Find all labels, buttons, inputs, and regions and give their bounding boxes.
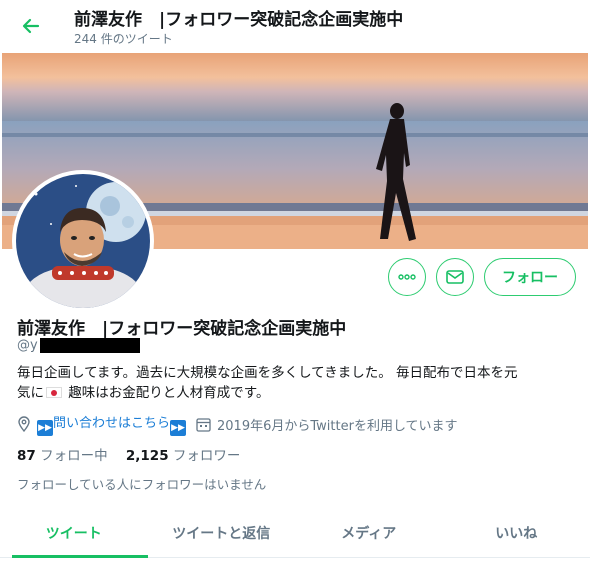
profile-name: 前澤友作 |フォロワー突破記念企画実施中: [17, 319, 347, 339]
tab-likes[interactable]: いいね: [443, 508, 590, 557]
page-title: 前澤友作 |フォロワー突破記念企画実施中: [74, 10, 404, 30]
followers-count: 2,125: [125, 448, 169, 464]
bio-pre-flag: 気に: [17, 385, 44, 401]
avatar-image: [16, 174, 150, 308]
handle-prefix: @y: [17, 338, 38, 353]
more-options-button[interactable]: [388, 258, 426, 296]
more-horizontal-icon: [398, 274, 416, 280]
tab-tweets-and-replies[interactable]: ツイートと返信: [148, 508, 296, 557]
top-bar: 前澤友作 |フォロワー突破記念企画実施中 244 件のツイート: [0, 0, 590, 52]
envelope-icon: [446, 270, 464, 284]
message-button[interactable]: [436, 258, 474, 296]
fast-forward-icon: ▶▶: [170, 420, 187, 436]
handle-redaction: [39, 338, 140, 353]
follow-button[interactable]: フォロー: [484, 258, 576, 296]
back-button[interactable]: [14, 9, 48, 43]
mutual-followers-notice: フォローしている人にフォロワーはいません: [17, 477, 267, 492]
profile-meta: ▶▶問い合わせはこちら▶▶ 2019年6月からTwitterを利用しています: [17, 412, 458, 436]
tweet-count: 244 件のツイート: [74, 32, 173, 46]
arrow-left-icon: [22, 18, 40, 34]
following-count: 87: [17, 448, 36, 464]
tab-tweets[interactable]: ツイート: [0, 508, 148, 558]
joined-date: 2019年6月からTwitterを利用しています: [217, 418, 458, 434]
bio-post-flag: 趣味はお金配りと人材育成です。: [64, 385, 270, 401]
follow-stats: 87 フォロー中 2,125 フォロワー: [17, 444, 240, 464]
tab-media[interactable]: メディア: [295, 508, 443, 557]
following-link[interactable]: 87 フォロー中: [17, 448, 108, 464]
japan-flag-icon: [46, 387, 62, 398]
bio-line-1: 毎日企画してます。過去に大規模な企画を多くしてきました。 毎日配布で日本を元: [17, 365, 518, 381]
contact-link-text: 問い合わせはこちら: [53, 416, 171, 431]
profile-tabs: ツイート ツイートと返信 メディア いいね: [0, 508, 590, 558]
followers-label: フォロワー: [172, 448, 241, 464]
fast-forward-icon: ▶▶: [37, 420, 53, 436]
calendar-icon: [196, 417, 211, 432]
profile-handle: @y: [17, 338, 140, 353]
contact-link[interactable]: ▶▶問い合わせはこちら▶▶: [37, 412, 187, 436]
following-label: フォロー中: [40, 448, 108, 464]
profile-bio: 毎日企画してます。過去に大規模な企画を多くしてきました。 毎日配布で日本を元 気…: [17, 363, 577, 403]
location-pin-icon: [17, 416, 31, 432]
followers-link[interactable]: 2,125 フォロワー: [126, 448, 241, 464]
avatar[interactable]: [12, 170, 154, 312]
